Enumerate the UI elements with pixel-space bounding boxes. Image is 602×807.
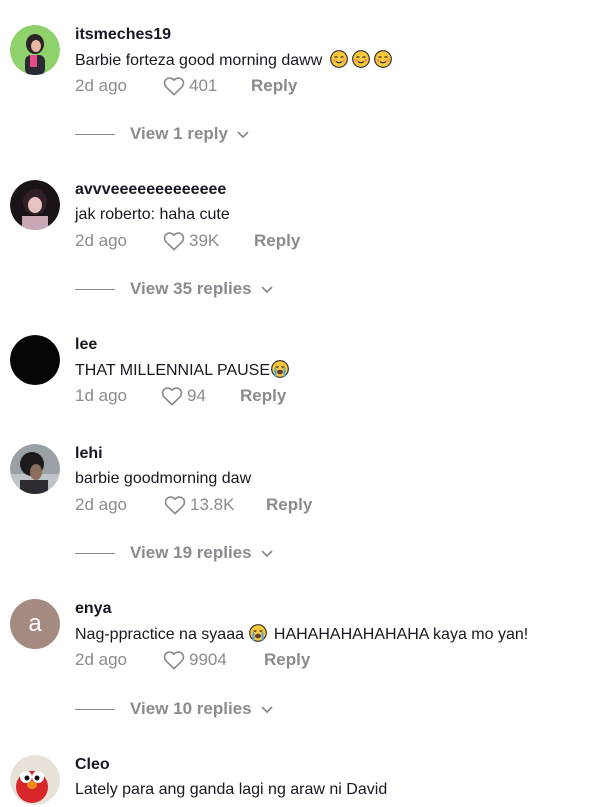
avatar[interactable] xyxy=(10,180,60,230)
comment-time: 1d ago xyxy=(75,386,127,405)
avatar-letter: a xyxy=(28,610,42,637)
chevron-down-icon xyxy=(260,706,273,714)
view-replies-button[interactable]: View 35 replies xyxy=(75,278,274,300)
comment-text-content: Barbie forteza good morning daww xyxy=(75,52,323,69)
comment-text: Lately para ang ganda lagi ng araw ni Da… xyxy=(75,781,388,798)
like-button[interactable]: 13.8K xyxy=(164,495,266,515)
comment-time: 2d ago xyxy=(75,76,127,95)
heart-icon xyxy=(161,387,183,406)
like-button[interactable]: 401 xyxy=(163,76,251,96)
view-replies-button[interactable]: View 19 replies xyxy=(75,542,274,564)
comment-username[interactable]: enya xyxy=(75,599,111,619)
like-count: 401 xyxy=(189,76,218,95)
heart-icon xyxy=(163,77,185,96)
reply-button[interactable]: Reply xyxy=(254,231,300,251)
view-replies-label: View 1 reply xyxy=(130,124,228,143)
like-count: 13.8K xyxy=(190,495,235,514)
comment-text-content: Nag-ppractice na syaaa xyxy=(75,626,244,643)
loudly-crying-face-emoji-icon xyxy=(249,624,268,642)
like-count: 9904 xyxy=(189,650,227,669)
comment-text-content-2: HAHAHAHAHAHAHA kaya mo yan! xyxy=(273,626,529,643)
divider-line xyxy=(75,288,115,290)
comment-time: 2d ago xyxy=(75,495,127,514)
comment-text: Barbie forteza good morning daww xyxy=(75,50,392,71)
comment-meta: 2d ago 401 Reply xyxy=(75,75,297,97)
divider-line xyxy=(75,133,115,135)
avatar[interactable] xyxy=(10,755,60,805)
comment-username[interactable]: Cleo xyxy=(75,755,110,775)
view-replies-button[interactable]: View 10 replies xyxy=(75,698,274,720)
chevron-down-icon xyxy=(260,550,273,558)
avatar[interactable]: a xyxy=(10,599,60,649)
comment-meta: 2d ago 9904 Reply xyxy=(75,649,310,671)
avatar[interactable] xyxy=(10,444,60,494)
relieved-face-emoji-icon xyxy=(373,50,392,68)
heart-icon xyxy=(163,232,185,251)
view-replies-label: View 19 replies xyxy=(130,543,252,562)
view-replies-label: View 35 replies xyxy=(130,279,252,298)
comment-text: jak roberto: haha cute xyxy=(75,206,230,223)
chevron-down-icon xyxy=(237,131,249,139)
comment-username[interactable]: lehi xyxy=(75,444,103,464)
like-button[interactable]: 94 xyxy=(161,386,240,406)
comment-text-content: THAT MILLENNIAL PAUSE xyxy=(75,362,271,379)
view-replies-label: View 10 replies xyxy=(130,699,252,718)
relieved-face-emoji-icon xyxy=(329,50,348,68)
comment-text: THAT MILLENNIAL PAUSE xyxy=(75,360,289,381)
chevron-down-icon xyxy=(260,286,273,294)
like-count: 94 xyxy=(187,386,206,405)
like-count: 39K xyxy=(189,231,220,250)
view-replies-button[interactable]: View 1 reply xyxy=(75,123,250,145)
comment-username[interactable]: lee xyxy=(75,335,97,355)
comment-meta: 1d ago 94 Reply xyxy=(75,385,286,407)
comment-text: Nag-ppractice na syaaa HAHAHAHAHAHAHA ka… xyxy=(75,624,528,645)
comment-meta: 2d ago 13.8K Reply xyxy=(75,494,312,516)
relieved-face-emoji-icon xyxy=(351,50,370,68)
reply-button[interactable]: Reply xyxy=(264,650,310,670)
heart-icon xyxy=(164,496,186,515)
comment-username[interactable]: avvveeeeeeeeeeeee xyxy=(75,180,226,200)
comment-time: 2d ago xyxy=(75,650,127,669)
comment-meta: 2d ago 39K Reply xyxy=(75,230,300,252)
reply-button[interactable]: Reply xyxy=(266,495,312,515)
comment-text: barbie goodmorning daw xyxy=(75,470,252,487)
reply-button[interactable]: Reply xyxy=(251,76,297,96)
avatar[interactable] xyxy=(10,25,60,75)
divider-line xyxy=(75,708,115,710)
like-button[interactable]: 9904 xyxy=(163,650,264,670)
like-button[interactable]: 39K xyxy=(163,231,254,251)
avatar[interactable] xyxy=(10,335,60,385)
loudly-crying-face-emoji-icon xyxy=(271,360,289,378)
divider-line xyxy=(75,552,115,554)
comment-username[interactable]: itsmeches19 xyxy=(75,25,171,45)
heart-icon xyxy=(163,651,185,670)
reply-button[interactable]: Reply xyxy=(240,386,286,406)
comment-time: 2d ago xyxy=(75,231,127,250)
